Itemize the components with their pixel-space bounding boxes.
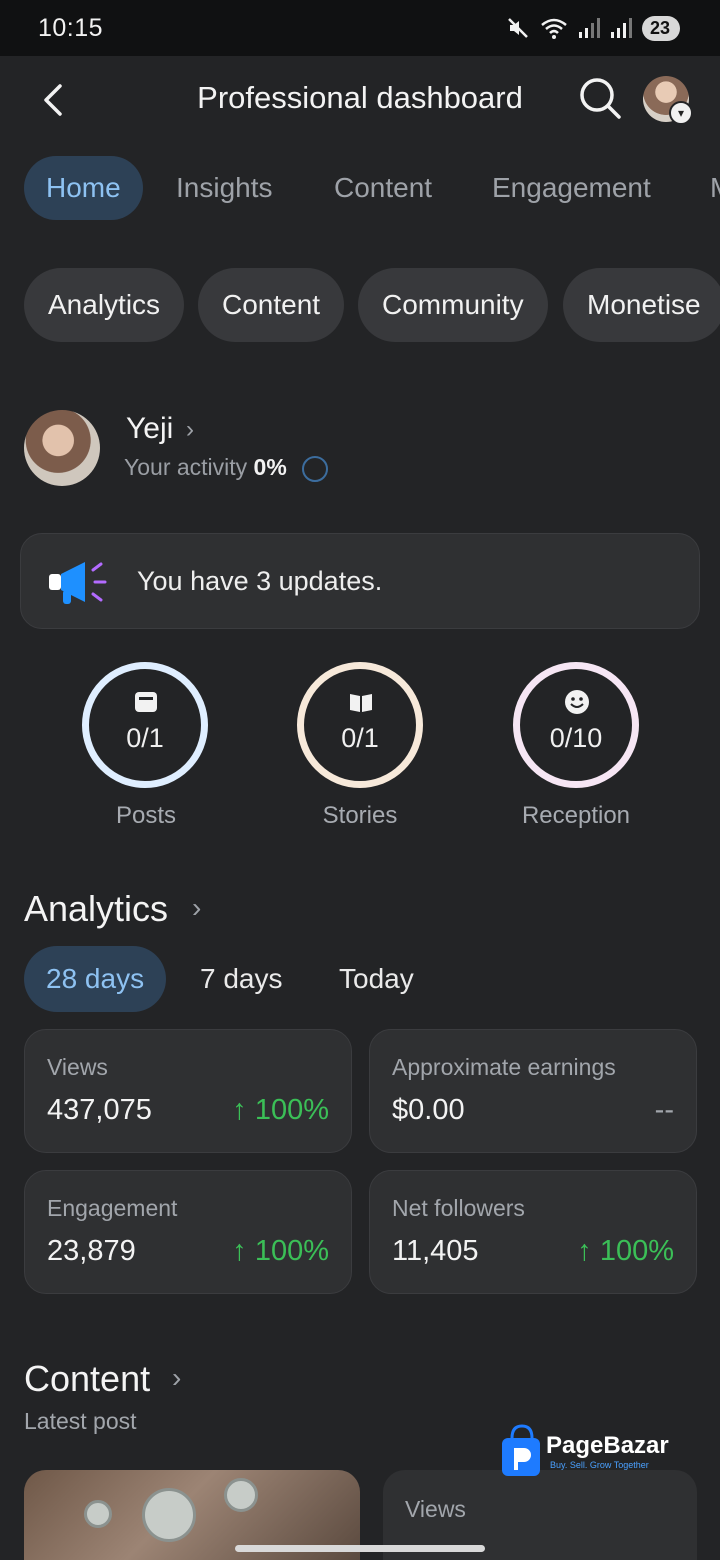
- signal-icon: [578, 18, 600, 38]
- earnings-card[interactable]: Approximate earnings $0.00 --: [369, 1029, 697, 1153]
- latest-post-label: Latest post: [24, 1408, 137, 1434]
- tab-bar: Home Insights Content Engagement M: [24, 156, 720, 220]
- post-views-label: Views: [405, 1496, 466, 1522]
- views-label: Views: [47, 1054, 108, 1080]
- stories-goal-ring[interactable]: 0/1: [297, 662, 423, 788]
- reception-goal-label: Reception: [521, 802, 631, 829]
- chip-analytics[interactable]: Analytics: [24, 268, 185, 342]
- search-icon[interactable]: [576, 74, 624, 122]
- activity-line: Your activity 0%: [124, 454, 287, 481]
- category-chips: Analytics Content Community Monetise: [24, 268, 720, 342]
- chevron-right-icon[interactable]: ›: [186, 416, 194, 444]
- book-icon: [350, 694, 372, 712]
- post-icon: [135, 692, 157, 712]
- chip-content[interactable]: Content: [198, 268, 345, 342]
- period-7-days[interactable]: 7 days: [200, 946, 283, 1012]
- updates-banner[interactable]: You have 3 updates.: [20, 533, 700, 629]
- engagement-card[interactable]: Engagement 23,879 ↑ 100%: [24, 1170, 352, 1294]
- views-value: 437,075: [47, 1094, 152, 1126]
- earnings-label: Approximate earnings: [392, 1054, 616, 1080]
- period-28-days[interactable]: 28 days: [24, 946, 167, 1012]
- status-bar: 10:15 23: [0, 0, 720, 56]
- chevron-down-icon[interactable]: ▾: [669, 101, 693, 125]
- stories-goal-label: Stories: [322, 802, 398, 829]
- mute-icon: [508, 18, 528, 38]
- header: Professional dashboard ▾: [0, 56, 720, 142]
- tab-engagement[interactable]: Engagement: [492, 156, 651, 220]
- logo-brand-text: PageBazar: [546, 1432, 669, 1459]
- posts-goal-ring[interactable]: 0/1: [82, 662, 208, 788]
- avatar[interactable]: [24, 410, 100, 486]
- stories-goal-value: 0/1: [341, 723, 379, 753]
- wifi-icon: [541, 18, 567, 39]
- tab-content[interactable]: Content: [334, 156, 432, 220]
- system-icons: 23: [506, 15, 680, 41]
- reception-goal-ring[interactable]: 0/10: [513, 662, 639, 788]
- chevron-right-icon[interactable]: ›: [172, 1362, 181, 1394]
- activity-value: 0%: [253, 454, 287, 480]
- home-indicator[interactable]: [235, 1545, 485, 1552]
- views-delta: ↑ 100%: [232, 1094, 329, 1126]
- chevron-right-icon[interactable]: ›: [192, 892, 201, 924]
- engagement-delta: ↑ 100%: [232, 1235, 329, 1267]
- analytics-title[interactable]: Analytics: [24, 888, 168, 930]
- logo-tagline: Buy. Sell. Grow Together: [550, 1460, 649, 1470]
- net-followers-value: 11,405: [392, 1235, 479, 1267]
- activity-label: Your activity: [124, 454, 248, 480]
- chip-community[interactable]: Community: [358, 268, 548, 342]
- views-card[interactable]: Views 437,075 ↑ 100%: [24, 1029, 352, 1153]
- clock: 10:15: [38, 13, 104, 42]
- net-followers-card[interactable]: Net followers 11,405 ↑ 100%: [369, 1170, 697, 1294]
- tab-insights[interactable]: Insights: [176, 156, 273, 220]
- tab-more[interactable]: M: [710, 156, 720, 220]
- profile-name[interactable]: Yeji: [126, 412, 173, 446]
- net-followers-delta: ↑ 100%: [577, 1235, 674, 1267]
- signal-icon-2: [610, 18, 632, 38]
- updates-text: You have 3 updates.: [137, 566, 383, 596]
- activity-progress-ring: [302, 456, 328, 482]
- earnings-delta: --: [654, 1094, 674, 1126]
- period-today[interactable]: Today: [339, 946, 414, 1012]
- profile-summary[interactable]: Yeji › Your activity 0%: [24, 410, 704, 486]
- engagement-label: Engagement: [47, 1195, 178, 1221]
- megaphone-icon: [49, 562, 107, 604]
- content-title[interactable]: Content: [24, 1358, 150, 1400]
- smiley-icon: [565, 690, 589, 714]
- posts-goal-value: 0/1: [126, 723, 164, 753]
- posts-goal-label: Posts: [115, 802, 177, 829]
- chip-monetise[interactable]: Monetise: [563, 268, 720, 342]
- battery-indicator: 23: [641, 15, 680, 41]
- reception-goal-value: 0/10: [549, 723, 603, 753]
- engagement-value: 23,879: [47, 1235, 136, 1267]
- shopping-bag-icon: [502, 1424, 540, 1476]
- earnings-value: $0.00: [392, 1094, 465, 1126]
- tab-home[interactable]: Home: [24, 156, 143, 220]
- net-followers-label: Net followers: [392, 1195, 525, 1221]
- pagebazar-logo: PageBazar Buy. Sell. Grow Together: [498, 1424, 678, 1478]
